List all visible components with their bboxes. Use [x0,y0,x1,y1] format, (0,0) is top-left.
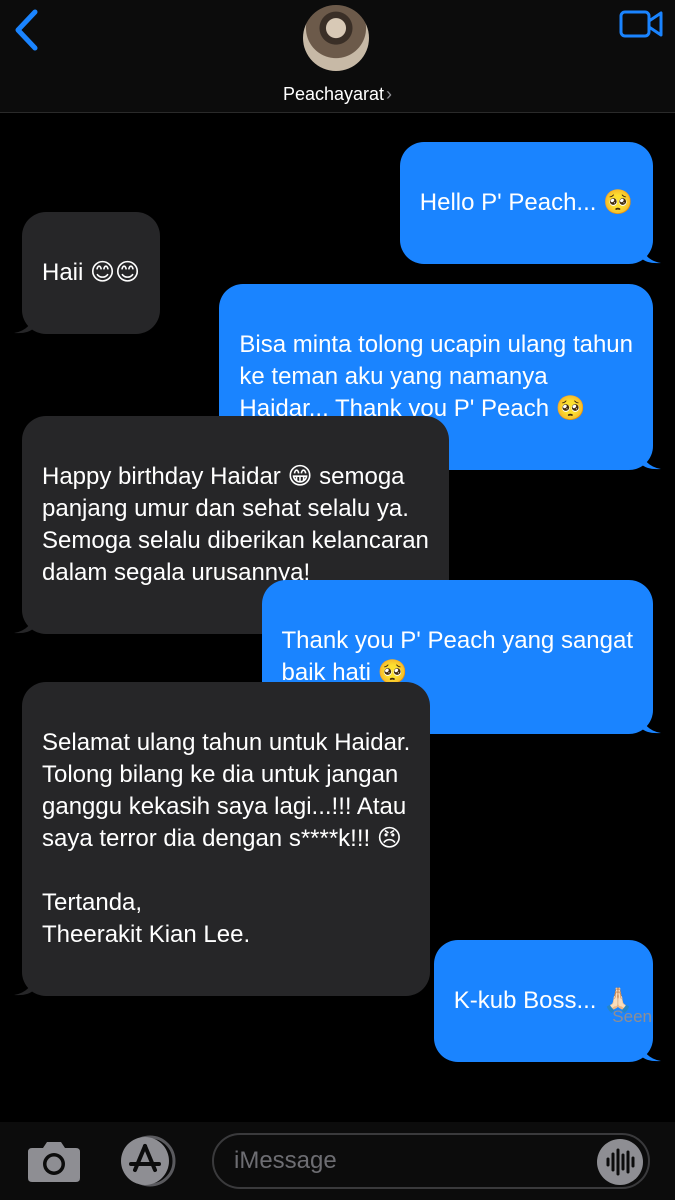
message-text: Bisa minta tolong ucapin ulang tahun ke … [239,331,633,422]
video-camera-icon[interactable] [619,8,663,40]
message-bubble-sent[interactable]: Hello P' Peach... 🥺 [399,142,661,264]
audio-waveform-icon[interactable] [597,1139,643,1185]
chevron-right-icon: › [386,84,393,104]
message-text: Hello P' Peach... 🥺 [419,189,633,216]
message-bubble-sent[interactable]: K-kub Boss... 🙏🏻 [433,940,661,1062]
message-text: Haii 😊😊 [42,259,141,286]
conversation-header: Peachayarat › [0,0,675,113]
bubble-tail [641,712,661,734]
message-text: Happy birthday Haidar 😁 semoga panjang u… [42,463,429,586]
messages-screen: Peachayarat › Hello P' Peach... 🥺 Haii 😊😊… [0,0,675,1200]
message-text: Selamat ulang tahun untuk Haidar. Tolong… [42,729,411,948]
contact-name-button[interactable]: Peachayarat › [0,84,675,105]
bubble-tail [14,974,34,996]
message-bubble-received[interactable]: Haii 😊😊 [14,212,161,334]
bubble-tail [14,612,34,634]
imessage-input[interactable] [212,1133,650,1189]
camera-icon[interactable] [26,1138,82,1184]
message-text: Thank you P' Peach yang sangat baik hati… [281,627,633,686]
bubble-tail [641,448,661,470]
app-store-icon[interactable] [114,1134,180,1188]
message-bubble-received[interactable]: Selamat ulang tahun untuk Haidar. Tolong… [14,682,431,996]
bubble-tail [14,312,34,334]
read-receipt: Seen [612,1007,652,1026]
bubble-tail [641,1040,661,1062]
chevron-left-icon[interactable] [10,8,44,52]
contact-name: Peachayarat [282,84,385,104]
bubble-tail [641,242,661,264]
message-text: K-kub Boss... 🙏🏻 [453,987,633,1014]
avatar[interactable] [303,5,369,71]
